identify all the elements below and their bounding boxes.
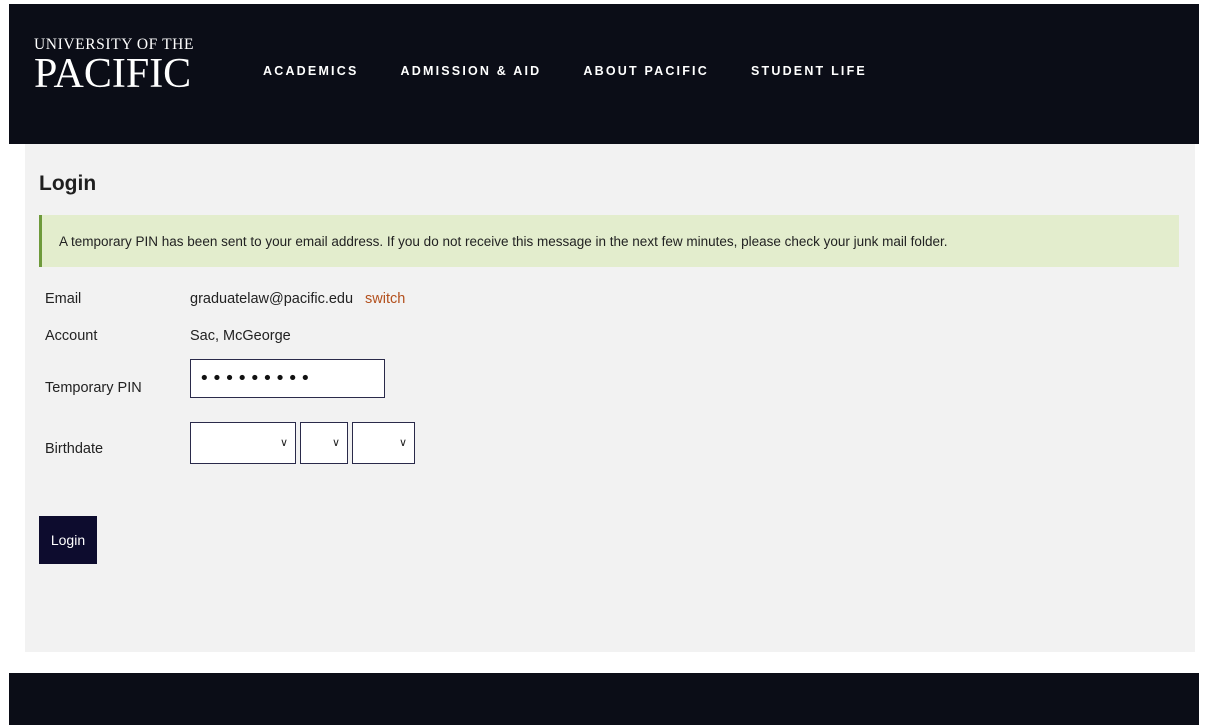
birthdate-label: Birthdate — [45, 441, 104, 457]
nav-admission-aid[interactable]: ADMISSION & AID — [401, 64, 542, 78]
chevron-down-icon: ∨ — [279, 436, 288, 449]
page-title: Login — [39, 172, 97, 195]
university-logo[interactable]: UNIVERSITY OF THE PACIFIC — [34, 37, 194, 97]
site-footer — [9, 673, 1199, 725]
logo-main-text: PACIFIC — [34, 51, 192, 97]
birth-month-select[interactable]: ∨ — [190, 422, 296, 464]
account-label: Account — [45, 328, 98, 344]
login-button[interactable]: Login — [39, 516, 97, 564]
alert-message: A temporary PIN has been sent to your em… — [59, 233, 948, 249]
temporary-pin-input[interactable] — [190, 359, 385, 398]
login-panel: Login A temporary PIN has been sent to y… — [25, 144, 1195, 652]
email-value: graduatelaw@pacific.edu — [190, 291, 354, 307]
nav-about-pacific[interactable]: ABOUT PACIFIC — [583, 64, 709, 78]
pin-label: Temporary PIN — [45, 380, 142, 396]
birth-day-select[interactable]: ∨ — [300, 422, 348, 464]
birth-year-select[interactable]: ∨ — [352, 422, 415, 464]
pin-sent-alert: A temporary PIN has been sent to your em… — [39, 215, 1179, 267]
email-label: Email — [45, 291, 82, 307]
account-value: Sac, McGeorge — [190, 328, 291, 344]
chevron-down-icon: ∨ — [398, 436, 407, 449]
nav-academics[interactable]: ACADEMICS — [263, 64, 359, 78]
chevron-down-icon: ∨ — [331, 436, 340, 449]
main-nav: ACADEMICS ADMISSION & AID ABOUT PACIFIC … — [263, 64, 909, 78]
site-header: UNIVERSITY OF THE PACIFIC ACADEMICS ADMI… — [9, 4, 1199, 144]
email-value-group: graduatelaw@pacific.edu switch — [190, 291, 405, 307]
switch-link[interactable]: switch — [365, 291, 405, 307]
nav-student-life[interactable]: STUDENT LIFE — [751, 64, 867, 78]
